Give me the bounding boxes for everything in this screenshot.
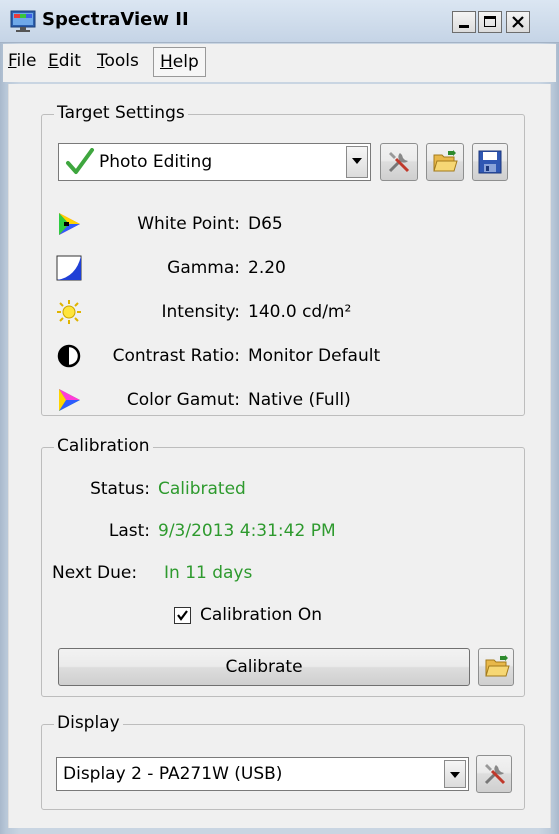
next-due-value: In 11 days: [164, 563, 253, 583]
menu-edit[interactable]: Edit: [46, 51, 83, 71]
main-panel: Target Settings Photo Editing White Poin…: [8, 84, 551, 828]
gamma-icon: [56, 255, 82, 281]
tools-icon: [484, 764, 506, 785]
close-button[interactable]: [506, 11, 530, 33]
preset-value: Photo Editing: [99, 152, 213, 172]
maximize-icon: [484, 16, 496, 27]
calibration-on-checkbox[interactable]: [174, 607, 191, 624]
contrast-ratio-value: Monitor Default: [248, 346, 381, 366]
color-gamut-value: Native (Full): [248, 390, 351, 410]
menu-file[interactable]: File: [6, 51, 38, 71]
menu-help[interactable]: Help: [153, 47, 206, 77]
close-icon: [512, 16, 524, 28]
white-point-icon: [59, 213, 80, 235]
intensity-value: 140.0 cd/m²: [248, 302, 352, 322]
chevron-down-icon[interactable]: [444, 760, 466, 788]
intensity-label: Intensity:: [161, 302, 240, 322]
gamma-label: Gamma:: [167, 258, 240, 278]
display-select-value: Display 2 - PA271W (USB): [63, 764, 283, 784]
contrast-ratio-label: Contrast Ratio:: [112, 346, 240, 366]
tools-icon: [388, 152, 410, 173]
next-due-label: Next Due:: [52, 563, 138, 583]
target-open-button[interactable]: [426, 143, 464, 181]
contrast-icon: [57, 344, 81, 368]
display-group: Display Display 2 - PA271W (USB): [41, 713, 525, 810]
checkbox-check-icon: [177, 610, 188, 621]
save-icon: [478, 150, 502, 174]
color-gamut-icon: [59, 389, 80, 411]
last-label: Last:: [108, 521, 150, 541]
intensity-sun-icon: [57, 300, 81, 324]
open-folder-icon: [485, 655, 510, 677]
menu-tools[interactable]: Tools: [95, 51, 141, 71]
chevron-down-icon[interactable]: [346, 146, 368, 178]
gamma-value: 2.20: [248, 258, 286, 278]
status-value: Calibrated: [158, 479, 246, 499]
preset-select[interactable]: Photo Editing: [58, 143, 371, 181]
status-label: Status:: [90, 479, 150, 499]
title-bar: SpectraView II: [0, 0, 559, 43]
target-save-button[interactable]: [472, 143, 508, 181]
color-gamut-label: Color Gamut:: [126, 390, 240, 410]
app-icon: [10, 10, 36, 32]
calibration-on-label: Calibration On: [200, 605, 323, 625]
calibration-group: Calibration Status: Calibrated Last: 9/3…: [41, 436, 525, 697]
open-folder-icon: [433, 150, 458, 172]
checkmark-icon: [66, 148, 94, 174]
calibrate-button[interactable]: Calibrate: [58, 648, 470, 686]
minimize-icon: [459, 25, 469, 28]
display-select[interactable]: Display 2 - PA271W (USB): [56, 757, 469, 791]
maximize-button[interactable]: [478, 11, 502, 33]
white-point-value: D65: [248, 214, 283, 234]
target-tools-button[interactable]: [380, 143, 418, 181]
window-title: SpectraView II: [42, 9, 189, 30]
display-tools-button[interactable]: [476, 755, 512, 793]
white-point-label: White Point:: [137, 214, 240, 234]
calibration-group-label: Calibration: [54, 436, 153, 456]
menu-bar: File Edit Tools Help: [3, 44, 556, 82]
last-value: 9/3/2013 4:31:42 PM: [158, 521, 336, 541]
minimize-button[interactable]: [452, 11, 476, 33]
target-settings-group: Target Settings Photo Editing White Poin…: [41, 103, 525, 416]
target-settings-label: Target Settings: [54, 103, 188, 123]
calibration-open-button[interactable]: [478, 648, 514, 686]
display-group-label: Display: [54, 713, 123, 733]
